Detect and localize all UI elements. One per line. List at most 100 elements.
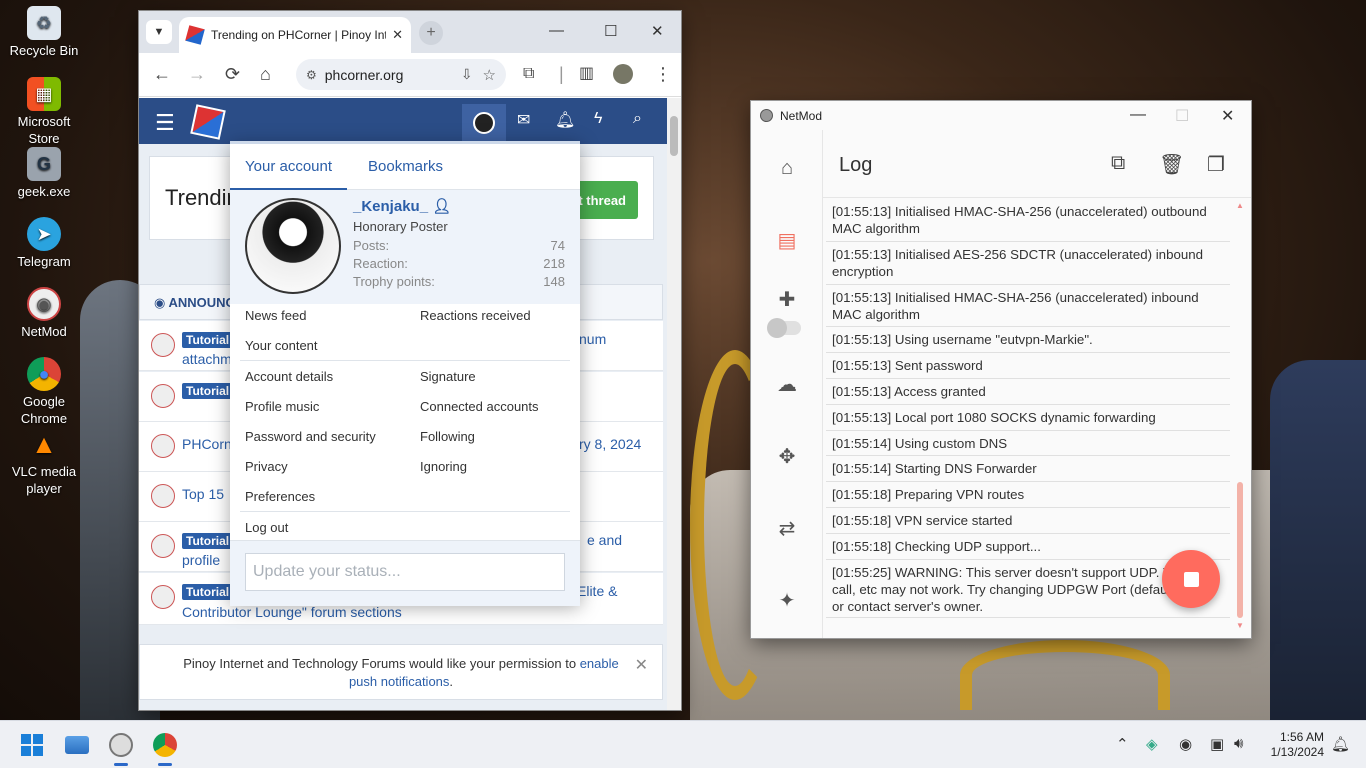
notification-bell-icon[interactable]: 🔔︎ bbox=[1331, 735, 1350, 753]
close-icon[interactable]: ✕ bbox=[635, 657, 648, 675]
menu-profile-music[interactable]: Profile music bbox=[245, 399, 319, 414]
swap-icon[interactable]: ⇄ bbox=[773, 514, 801, 542]
reload-button[interactable]: ⟳ bbox=[225, 64, 240, 84]
tab-your-account[interactable]: Your account bbox=[229, 158, 348, 191]
bell-icon[interactable]: 🔔︎ bbox=[555, 110, 575, 130]
tab-search-button[interactable]: ▼ bbox=[146, 20, 172, 44]
desktop-icon-label: Telegram bbox=[17, 254, 71, 269]
thread-title[interactable]: attachm bbox=[182, 351, 232, 367]
taskbar-chrome[interactable] bbox=[150, 730, 180, 766]
puzzle-icon[interactable]: ✚ bbox=[773, 285, 801, 313]
side-panel-icon[interactable]: ▥ bbox=[579, 64, 594, 84]
close-button[interactable]: ✕ bbox=[651, 22, 664, 40]
profile-avatar[interactable] bbox=[245, 198, 341, 294]
copy-icon[interactable]: ⧉ bbox=[1111, 152, 1125, 175]
status-input[interactable]: Update your status... bbox=[245, 553, 565, 591]
tab-close-icon[interactable]: ✕ bbox=[392, 27, 403, 43]
minimize-button[interactable]: — bbox=[549, 22, 564, 39]
back-button[interactable]: ← bbox=[153, 64, 171, 84]
thread-title[interactable]: e and bbox=[587, 532, 622, 548]
desktop-icon-telegram[interactable]: ➤ Telegram bbox=[4, 217, 84, 270]
scroll-down-icon[interactable]: ▼ bbox=[1236, 621, 1244, 630]
thread-title[interactable]: profile bbox=[182, 552, 220, 568]
menu-password-security[interactable]: Password and security bbox=[245, 429, 376, 444]
menu-kebab-icon[interactable]: ⋮ bbox=[654, 64, 672, 84]
show-hidden-icons-chevron-icon[interactable]: ⌃ bbox=[1116, 735, 1129, 753]
thread-title[interactable]: PHCorn bbox=[182, 436, 232, 452]
tab-bookmarks[interactable]: Bookmarks bbox=[368, 158, 443, 175]
start-button[interactable] bbox=[17, 730, 47, 760]
menu-reactions-received[interactable]: Reactions received bbox=[420, 308, 531, 323]
menu-log-out[interactable]: Log out bbox=[245, 520, 288, 535]
forward-button[interactable]: → bbox=[188, 64, 206, 84]
address-bar[interactable]: ⚙ phcorner.org ⇩ ☆ bbox=[296, 59, 506, 90]
home-icon[interactable]: ⌂ bbox=[773, 154, 801, 182]
page-scrollbar[interactable] bbox=[667, 98, 681, 710]
maximize-button[interactable]: ☐ bbox=[1175, 106, 1189, 126]
close-button[interactable]: ✕ bbox=[1221, 106, 1234, 126]
scroll-up-icon[interactable]: ▲ bbox=[1236, 201, 1244, 210]
home-button[interactable]: ⌂ bbox=[260, 64, 271, 84]
maximize-button[interactable]: ☐ bbox=[604, 22, 617, 40]
thread-title[interactable]: Contributor Lounge" forum sections bbox=[182, 604, 402, 620]
desktop-icon-geek[interactable]: G geek.exe bbox=[4, 147, 84, 200]
window-restore-icon[interactable]: ❐ bbox=[1207, 152, 1225, 177]
menu-privacy[interactable]: Privacy bbox=[245, 459, 288, 474]
username-link[interactable]: _Kenjaku_ 👤︎ bbox=[353, 197, 451, 215]
network-app-tray-icon[interactable]: ◈ bbox=[1146, 735, 1158, 753]
menu-account-details[interactable]: Account details bbox=[245, 369, 333, 384]
menu-news-feed[interactable]: News feed bbox=[245, 308, 306, 323]
move-icon[interactable]: ✥ bbox=[773, 442, 801, 470]
store-icon: ▦ bbox=[27, 77, 61, 111]
new-tab-button[interactable]: + bbox=[419, 21, 443, 45]
volume-icon[interactable]: 🔊︎ bbox=[1234, 735, 1243, 752]
connection-toggle[interactable] bbox=[767, 318, 801, 338]
profile-avatar[interactable] bbox=[613, 64, 633, 84]
magic-wand-icon[interactable]: ✦ bbox=[773, 586, 801, 614]
phcorner-logo[interactable] bbox=[190, 104, 226, 140]
network-icon[interactable]: ▣ bbox=[1210, 735, 1224, 753]
cloud-icon[interactable]: ☁ bbox=[773, 370, 801, 398]
inbox-icon[interactable]: ✉ bbox=[517, 110, 530, 130]
hamburger-menu-icon[interactable]: ☰ bbox=[155, 110, 175, 136]
minimize-button[interactable]: — bbox=[1130, 106, 1146, 124]
thread-title[interactable]: ry 8, 2024 bbox=[579, 436, 641, 452]
tutorial-tag: Tutorial bbox=[182, 383, 234, 399]
stat-label: Posts: bbox=[353, 238, 390, 253]
bookmark-star-icon[interactable]: ☆ bbox=[483, 66, 496, 84]
extensions-icon[interactable]: ⧉ bbox=[523, 64, 534, 84]
log-icon[interactable]: ▤ bbox=[773, 226, 801, 254]
thread-title[interactable]: num bbox=[579, 331, 606, 347]
divider bbox=[240, 511, 570, 512]
thread-title[interactable]: Elite & bbox=[577, 583, 617, 599]
stop-connection-button[interactable] bbox=[1162, 550, 1220, 608]
scrollbar-thumb[interactable] bbox=[1237, 482, 1243, 618]
menu-following[interactable]: Following bbox=[420, 429, 475, 444]
desktop-icon-netmod[interactable]: ◉ NetMod bbox=[4, 287, 84, 340]
account-avatar-button[interactable] bbox=[462, 104, 506, 144]
site-settings-icon[interactable]: ⚙ bbox=[306, 68, 317, 82]
desktop-icon-microsoft-store[interactable]: ▦ Microsoft Store bbox=[4, 77, 84, 147]
clear-log-icon[interactable]: 🗑︎ bbox=[1159, 152, 1184, 177]
taskbar-netmod[interactable] bbox=[106, 730, 136, 766]
scrollbar-thumb[interactable] bbox=[670, 116, 678, 156]
desktop-icon-chrome[interactable]: ● Google Chrome bbox=[4, 357, 84, 427]
menu-signature[interactable]: Signature bbox=[420, 369, 476, 384]
search-icon[interactable]: ⌕ bbox=[633, 110, 642, 128]
browser-tab[interactable]: Trending on PHCorner | Pinoy Internet ✕ bbox=[179, 17, 411, 53]
desktop-icon-recycle-bin[interactable]: ♻ Recycle Bin bbox=[4, 6, 84, 59]
desktop-icon-vlc[interactable]: ▲ VLC media player bbox=[4, 427, 84, 497]
thread-title[interactable]: Top 15 bbox=[182, 486, 224, 502]
lightning-icon[interactable]: ϟ bbox=[594, 110, 602, 128]
netmod-tray-icon[interactable]: ◉ bbox=[1179, 735, 1192, 753]
clock[interactable]: 1:56 AM 1/13/2024 bbox=[1271, 730, 1324, 760]
menu-connected-accounts[interactable]: Connected accounts bbox=[420, 399, 539, 414]
install-app-icon[interactable]: ⇩ bbox=[461, 66, 473, 83]
log-entry: [01:55:18] Checking UDP support... bbox=[826, 534, 1230, 560]
taskbar-file-explorer[interactable] bbox=[62, 730, 92, 760]
menu-ignoring[interactable]: Ignoring bbox=[420, 459, 467, 474]
menu-your-content[interactable]: Your content bbox=[245, 338, 318, 353]
menu-preferences[interactable]: Preferences bbox=[245, 489, 315, 504]
log-scrollbar[interactable]: ▲ ▼ bbox=[1235, 199, 1245, 631]
log-entry: [01:55:18] VPN service started bbox=[826, 508, 1230, 534]
